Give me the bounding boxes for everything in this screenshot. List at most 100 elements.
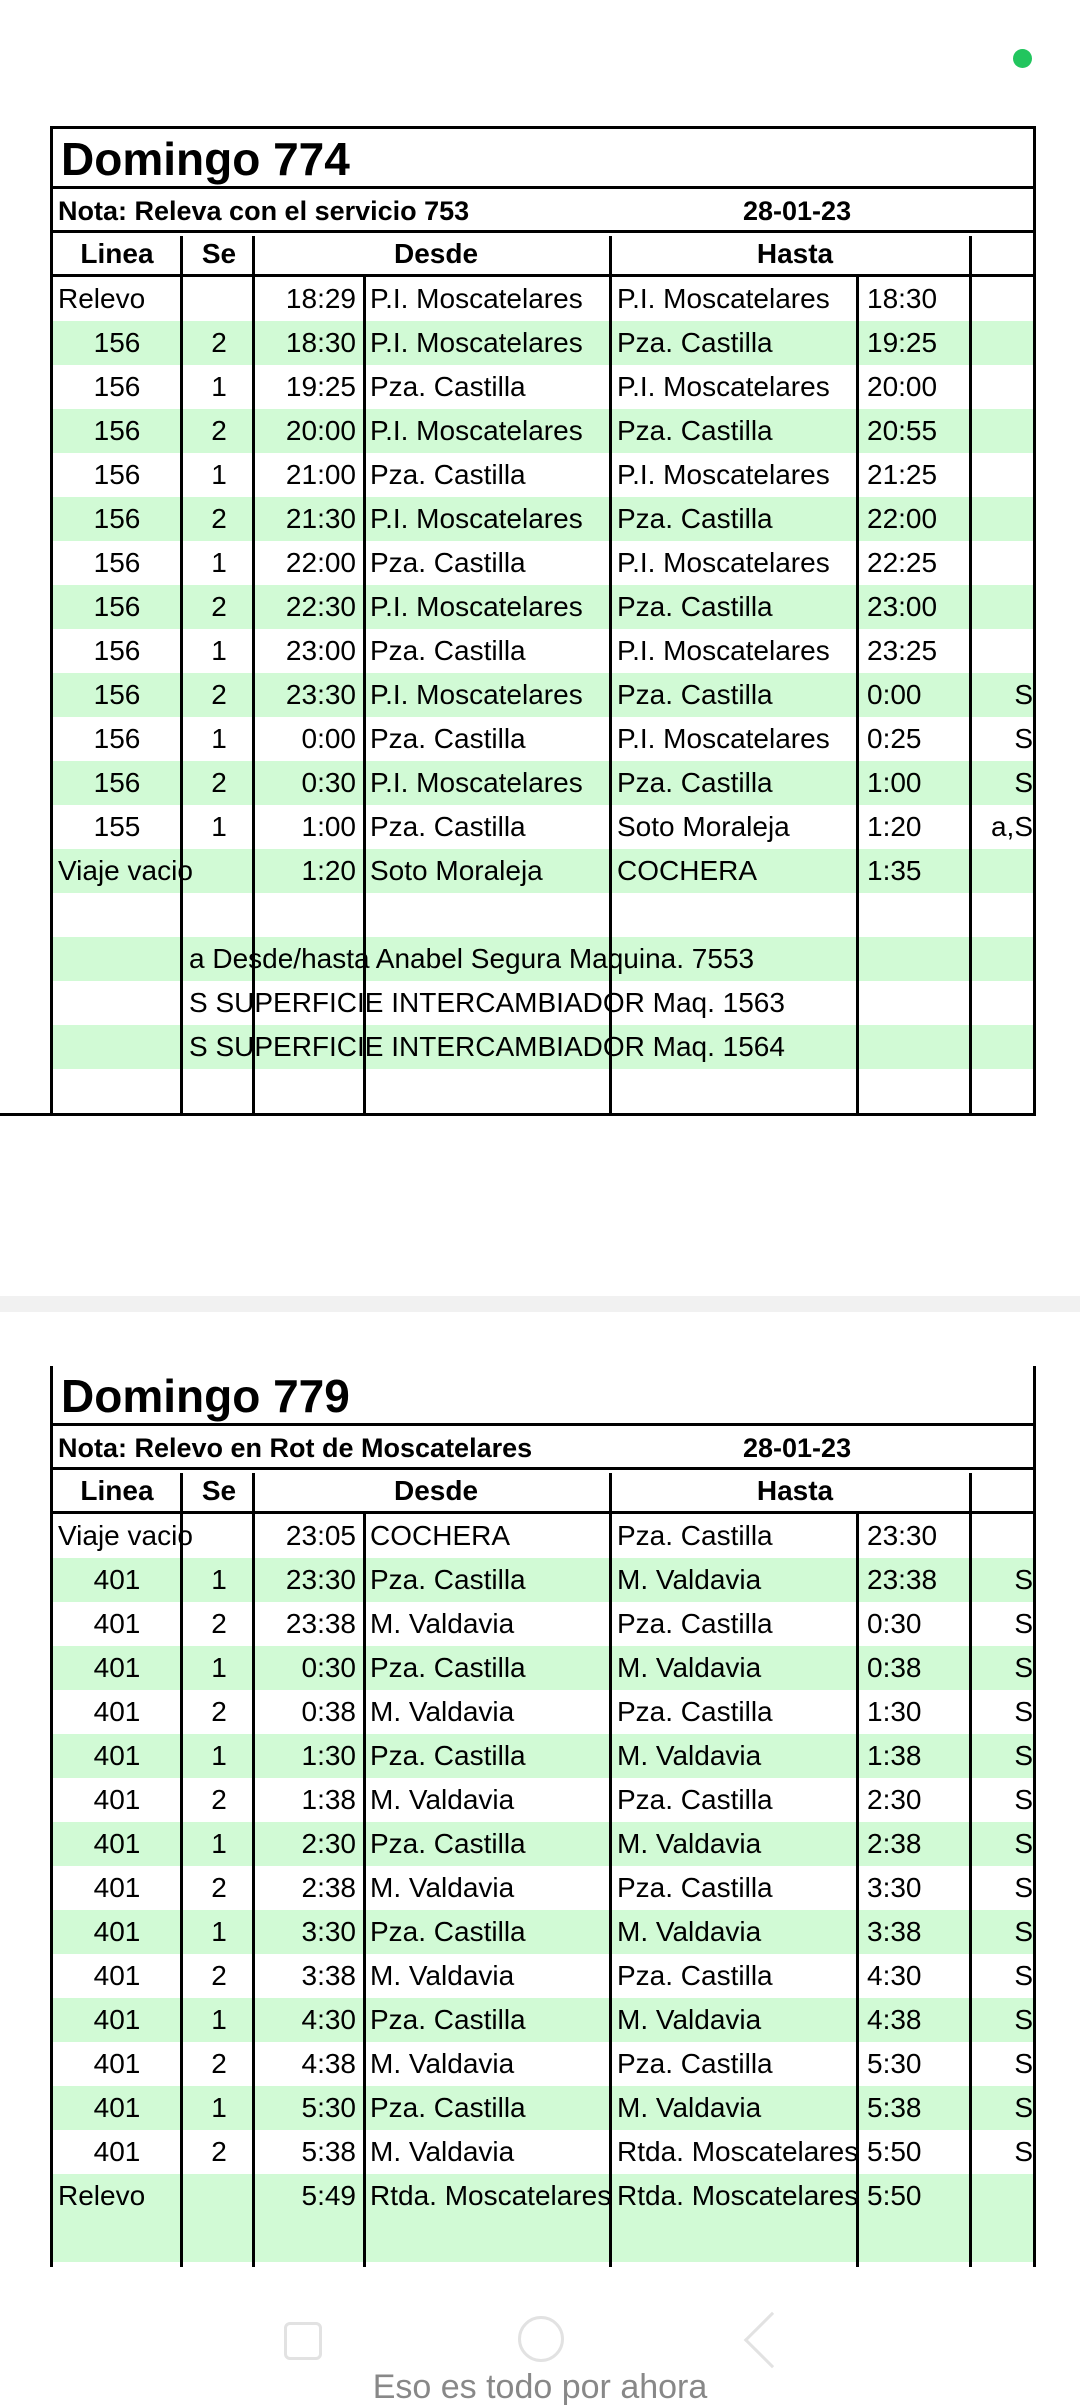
- header-divider: [609, 1473, 612, 1517]
- table-row: 401 1 2:30 Pza. Castilla M. Valdavia 2:38 S: [53, 1822, 1033, 1866]
- cell-se: 1: [211, 2092, 227, 2123]
- cell-arrival-time: 23:38: [867, 1564, 938, 1595]
- cell-hasta: Pza. Castilla: [617, 415, 773, 446]
- cell-linea: 401: [93, 1872, 141, 1903]
- recent-apps-icon[interactable]: [284, 2322, 322, 2360]
- cell-departure-time: 4:30: [301, 2004, 357, 2035]
- cell-departure-time: 0:00: [301, 723, 357, 754]
- cell-flag: S: [1014, 1916, 1033, 1947]
- cell-departure-time: 20:00: [285, 415, 356, 446]
- cell-linea: 401: [93, 2048, 141, 2079]
- schedule-sheet-779: Domingo 779 Nota: Relevo en Rot de Mosca…: [50, 1366, 1036, 2267]
- header-hasta: Hasta: [756, 238, 834, 269]
- table-row: 401 2 2:38 M. Valdavia Pza. Castilla 3:30 S: [53, 1866, 1033, 1910]
- cell-se: 2: [211, 679, 227, 710]
- cell-hasta: Pza. Castilla: [617, 1872, 773, 1903]
- header-hasta: Hasta: [756, 1475, 834, 1506]
- table-row: 156 2 0:30 P.I. Moscatelares Pza. Castilla 1:…: [53, 761, 1033, 805]
- cell-arrival-time: 4:30: [867, 1960, 922, 1991]
- footnote-row: a Desde/hasta Anabel Segura Maquina. 755…: [53, 937, 1033, 981]
- cell-linea: 401: [93, 1564, 141, 1595]
- cell-desde: Pza. Castilla: [370, 811, 526, 842]
- cell-hasta: Pza. Castilla: [617, 1960, 773, 1991]
- cell-desde: Pza. Castilla: [370, 2092, 526, 2123]
- cell-se: 1: [211, 723, 227, 754]
- cell-desde: Pza. Castilla: [370, 2004, 526, 2035]
- cell-hasta: P.I. Moscatelares: [617, 635, 830, 666]
- cell-departure-time: 5:38: [301, 2136, 357, 2167]
- cell-flag: S: [1014, 2048, 1033, 2079]
- cell-departure-time: 0:38: [301, 1696, 357, 1727]
- column-divider: [363, 1513, 366, 2267]
- cell-hasta: P.I. Moscatelares: [617, 283, 830, 314]
- header-se: Se: [201, 238, 237, 269]
- table-row: 156 1 23:00 Pza. Castilla P.I. Moscatelares 2…: [53, 629, 1033, 673]
- header-se: Se: [201, 1475, 237, 1506]
- cell-linea: 156: [93, 327, 141, 358]
- cell-desde: P.I. Moscatelares: [370, 327, 583, 358]
- cell-arrival-time: 2:30: [867, 1784, 922, 1815]
- footnote-row: S SUPERFICIE INTERCAMBIADOR Maq. 1564: [53, 1025, 1033, 1069]
- cell-desde: M. Valdavia: [370, 1784, 515, 1815]
- cell-se: 1: [211, 547, 227, 578]
- home-icon[interactable]: [518, 2316, 564, 2362]
- cell-departure-time: 23:05: [285, 1520, 356, 1551]
- cell-desde: M. Valdavia: [370, 1872, 515, 1903]
- cell-desde: P.I. Moscatelares: [370, 283, 583, 314]
- cell-departure-time: 1:30: [301, 1740, 357, 1771]
- cell-hasta: Pza. Castilla: [617, 767, 773, 798]
- cell-desde: P.I. Moscatelares: [370, 415, 583, 446]
- table-row: Relevo 18:29 P.I. Moscatelares P.I. Moscate…: [53, 277, 1033, 321]
- empty-row: [53, 2218, 1033, 2262]
- cell-departure-time: 18:29: [285, 283, 356, 314]
- cell-linea: 401: [93, 1784, 141, 1815]
- cell-flag: S: [1014, 1608, 1033, 1639]
- cell-linea: 156: [93, 415, 141, 446]
- cell-flag: S: [1014, 1828, 1033, 1859]
- cell-arrival-time: 1:38: [867, 1740, 922, 1771]
- cell-hasta: Pza. Castilla: [617, 1784, 773, 1815]
- cell-arrival-time: 23:25: [867, 635, 938, 666]
- cell-se: 1: [211, 1652, 227, 1683]
- cell-hasta: COCHERA: [617, 855, 758, 886]
- cell-linea: 401: [93, 1740, 141, 1771]
- status-indicator-dot: [1013, 49, 1032, 68]
- cell-linea: 401: [93, 2092, 141, 2123]
- cell-linea: 156: [93, 723, 141, 754]
- cell-hasta: Rtda. Moscatelares: [617, 2180, 859, 2211]
- cell-departure-time: 21:00: [285, 459, 356, 490]
- cell-arrival-time: 19:25: [867, 327, 938, 358]
- cell-desde: Pza. Castilla: [370, 635, 526, 666]
- cell-linea: 401: [93, 1960, 141, 1991]
- cell-hasta: Soto Moraleja: [617, 811, 790, 842]
- cell-departure-time: 18:30: [285, 327, 356, 358]
- cell-hasta: M. Valdavia: [617, 2004, 762, 2035]
- cell-departure-time: 23:30: [285, 1564, 356, 1595]
- table-row: 401 2 3:38 M. Valdavia Pza. Castilla 4:30 S: [53, 1954, 1033, 1998]
- cell-departure-time: 1:38: [301, 1784, 357, 1815]
- header-linea: Linea: [80, 238, 154, 269]
- cell-linea: 156: [93, 459, 141, 490]
- cell-flag: S: [1014, 2092, 1033, 2123]
- cell-linea: 155: [93, 811, 141, 842]
- column-divider: [180, 1473, 183, 2267]
- cell-se: 2: [211, 591, 227, 622]
- cell-linea: Relevo: [58, 283, 146, 314]
- footnote-row: S SUPERFICIE INTERCAMBIADOR Maq. 1563: [53, 981, 1033, 1025]
- cell-linea: Viaje vacio: [58, 1520, 193, 1551]
- cell-se: 1: [211, 1740, 227, 1771]
- cell-hasta: Rtda. Moscatelares: [617, 2136, 859, 2167]
- cell-se: 2: [211, 1960, 227, 1991]
- cell-hasta: M. Valdavia: [617, 1828, 762, 1859]
- cell-arrival-time: 1:00: [867, 767, 922, 798]
- column-divider: [252, 1473, 255, 2267]
- table-body: Relevo 18:29 P.I. Moscatelares P.I. Moscate…: [53, 277, 1033, 1113]
- cell-flag: S: [1014, 2004, 1033, 2035]
- sheet-title: Domingo 779: [53, 1366, 1033, 1426]
- cell-desde: M. Valdavia: [370, 1608, 515, 1639]
- cell-arrival-time: 22:00: [867, 503, 938, 534]
- cell-se: 2: [211, 327, 227, 358]
- cell-arrival-time: 21:25: [867, 459, 938, 490]
- cell-se: 2: [211, 767, 227, 798]
- table-row: 401 1 5:30 Pza. Castilla M. Valdavia 5:38 S: [53, 2086, 1033, 2130]
